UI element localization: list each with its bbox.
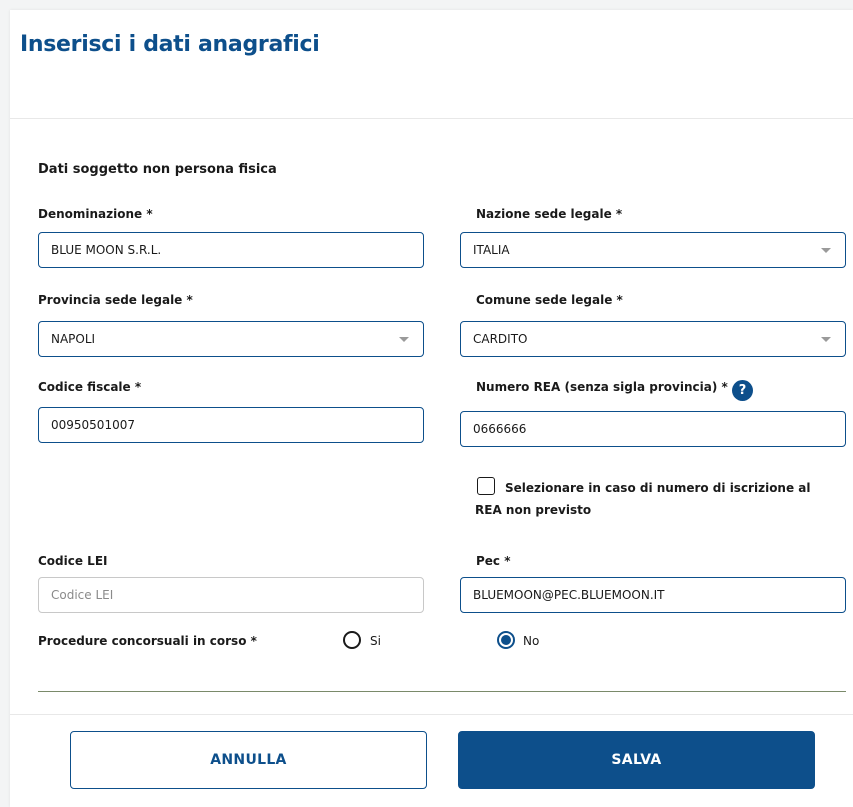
- cancel-button[interactable]: ANNULLA: [70, 731, 427, 789]
- chevron-down-icon: [399, 337, 409, 342]
- header-divider: [10, 118, 853, 119]
- page-title: Inserisci i dati anagrafici: [20, 32, 320, 57]
- nazione-label: Nazione sede legale *: [476, 207, 623, 221]
- provincia-select-value: NAPOLI: [51, 332, 96, 346]
- procedure-radio-no-label: No: [523, 634, 540, 648]
- codice-fiscale-label: Codice fiscale *: [38, 380, 142, 394]
- pec-label: Pec *: [476, 554, 511, 568]
- denominazione-label: Denominazione *: [38, 207, 153, 221]
- numero-rea-input[interactable]: 0666666: [460, 411, 846, 447]
- nazione-select[interactable]: ITALIA: [460, 232, 846, 268]
- procedure-radio-si[interactable]: [343, 631, 361, 649]
- rea-checkbox[interactable]: [477, 477, 495, 495]
- chevron-down-icon: [821, 337, 831, 342]
- provincia-label: Provincia sede legale *: [38, 293, 193, 307]
- codice-fiscale-input[interactable]: 00950501007: [38, 407, 424, 443]
- codice-lei-label: Codice LEI: [38, 554, 108, 568]
- help-icon[interactable]: ?: [732, 380, 753, 401]
- section-title: Dati soggetto non persona fisica: [38, 162, 277, 177]
- comune-label: Comune sede legale *: [476, 293, 623, 307]
- denominazione-input[interactable]: BLUE MOON S.R.L.: [38, 232, 424, 268]
- chevron-down-icon: [821, 248, 831, 253]
- procedure-radio-si-label: Si: [370, 634, 381, 648]
- footer-divider: [10, 714, 853, 715]
- procedure-radio-no[interactable]: [497, 631, 515, 649]
- nazione-select-value: ITALIA: [473, 243, 510, 257]
- form-card: Inserisci i dati anagrafici Dati soggett…: [10, 10, 853, 807]
- provincia-select[interactable]: NAPOLI: [38, 321, 424, 357]
- section-divider: [38, 691, 846, 692]
- procedure-label: Procedure concorsuali in corso *: [38, 634, 257, 648]
- numero-rea-label: Numero REA (senza sigla provincia) *: [476, 380, 728, 394]
- comune-select[interactable]: CARDITO: [460, 321, 846, 357]
- pec-input[interactable]: BLUEMOON@PEC.BLUEMOON.IT: [460, 577, 846, 613]
- comune-select-value: CARDITO: [473, 332, 528, 346]
- save-button[interactable]: SALVA: [458, 731, 815, 789]
- rea-checkbox-label: Selezionare in caso di numero di iscrizi…: [475, 481, 811, 517]
- codice-lei-input[interactable]: Codice LEI: [38, 577, 424, 613]
